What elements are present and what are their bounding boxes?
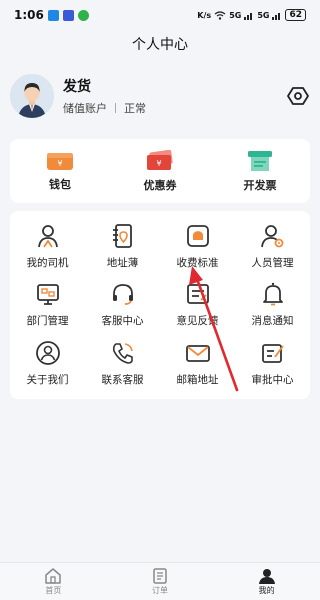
wifi-icon [214,10,226,20]
signal-label: 5G [229,10,242,20]
wallet-label: 钱包 [49,177,71,191]
email-address-button[interactable]: 邮箱地址 [160,334,235,393]
address-book-label: 地址薄 [106,256,139,269]
address-book-button[interactable]: 地址薄 [85,217,160,276]
signal-icon [272,12,281,20]
page-title: 个人中心 [132,37,188,53]
status-time: 1:06 [14,8,44,22]
address-book-icon [112,223,132,248]
about-us-button[interactable]: 关于我们 [10,334,85,393]
tab-mine-label: 我的 [258,585,275,595]
order-icon [153,567,167,584]
contact-service-label: 联系客服 [101,374,144,387]
message-notification-button[interactable]: 消息通知 [235,276,310,335]
profile-icon [258,568,275,584]
settings-icon[interactable] [286,84,310,108]
signal-label: 5G [257,10,270,20]
divider [115,103,116,113]
invoice-button[interactable]: 开发票 [210,139,310,203]
mail-icon [185,345,210,363]
account-type: 储值账户 [63,102,107,115]
contact-service-button[interactable]: 联系客服 [85,334,160,393]
headset-icon [112,284,133,306]
approval-center-label: 审批中心 [251,374,294,387]
signal-icon [244,12,253,20]
fee-standard-icon [186,224,209,247]
coupon-label: 优惠券 [143,178,177,192]
feedback-label: 意见反馈 [176,315,219,328]
my-drivers-button[interactable]: 我的司机 [10,217,85,276]
customer-service-center-label: 客服中心 [101,315,144,328]
profile-header[interactable]: 发货 储值账户 正常 [0,64,320,128]
wallet-icon: ¥ [47,152,73,170]
customer-service-center-button[interactable]: 客服中心 [85,276,160,335]
staff-management-label: 人员管理 [251,256,294,269]
user-name: 发货 [63,79,91,95]
account-status: 正常 [124,102,146,115]
quick-actions-card: ¥ 钱包 ¥ 优惠券 开发票 [10,139,310,203]
app-notification-icon [47,9,59,21]
invoice-icon [248,150,272,171]
about-us-label: 关于我们 [26,374,69,387]
tab-home-label: 首页 [45,585,62,595]
my-drivers-label: 我的司机 [26,256,69,269]
feedback-button[interactable]: 意见反馈 [160,276,235,335]
wallet-button[interactable]: ¥ 钱包 [10,139,110,203]
network-speed: K/s [197,10,212,20]
home-icon [45,567,62,584]
phone-icon [112,343,133,364]
driver-icon [37,224,58,248]
approval-icon [261,344,284,364]
wechat-notification-icon [77,9,89,21]
staff-management-button[interactable]: 人员管理 [235,217,310,276]
fee-standard-label: 收费标准 [176,256,219,269]
coupon-icon: ¥ [147,149,173,170]
battery-icon: 62 [285,9,306,21]
about-icon [35,341,60,366]
staff-management-icon [260,224,283,248]
department-management-button[interactable]: 部门管理 [10,276,85,335]
feedback-icon [186,284,209,305]
tab-orders-label: 订单 [152,585,168,595]
svg-text:¥: ¥ [156,159,161,168]
department-management-label: 部门管理 [26,315,69,328]
department-icon [36,284,59,306]
tab-orders[interactable]: 订单 [107,563,214,600]
status-bar: 1:06 K/s 5G 5G 62 [0,0,320,30]
avatar[interactable] [10,74,54,118]
approval-center-button[interactable]: 审批中心 [235,334,310,393]
fee-standard-button[interactable]: 收费标准 [160,217,235,276]
tab-home[interactable]: 首页 [0,563,107,600]
app-notification-icon [62,9,74,21]
invoice-label: 开发票 [243,178,277,192]
svg-text:¥: ¥ [57,159,62,168]
bell-icon [262,283,283,306]
message-notification-label: 消息通知 [251,315,294,328]
services-grid: 我的司机 地址薄 收费标准 人员管理 部门管理 客服中心 意见反馈 消息通知 关… [10,211,310,399]
tab-mine[interactable]: 我的 [213,563,320,600]
bottom-tab-bar: 首页 订单 我的 [0,562,320,600]
email-address-label: 邮箱地址 [176,374,219,387]
coupon-button[interactable]: ¥ 优惠券 [110,139,210,203]
